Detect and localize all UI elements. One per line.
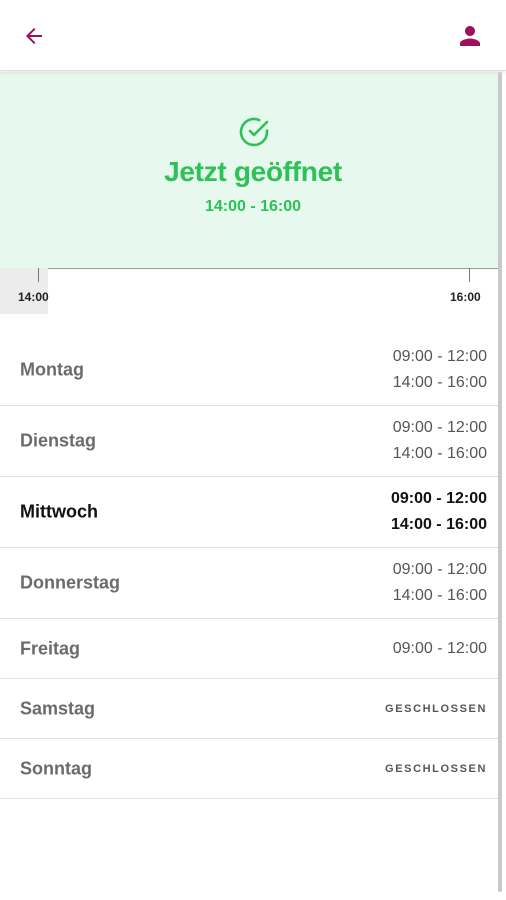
- hours-slot: 14:00 - 16:00: [392, 587, 487, 604]
- day-row-donnerstag: Donnerstag 09:00 - 12:00 14:00 - 16:00: [0, 548, 498, 619]
- day-name: Dienstag: [20, 430, 97, 451]
- closed-label: GESCHLOSSEN: [385, 702, 487, 715]
- open-status-title: Jetzt geöffnet: [164, 156, 342, 187]
- person-icon: [460, 26, 480, 46]
- day-row-freitag: Freitag 09:00 - 12:00: [0, 619, 498, 679]
- day-hours: 09:00 - 12:00 14:00 - 16:00: [391, 486, 487, 538]
- hours-slot: 09:00 - 12:00: [392, 348, 487, 365]
- open-status-banner: Jetzt geöffnet 14:00 - 16:00: [0, 72, 498, 269]
- hours-slot: 09:00 - 12:00: [390, 490, 487, 507]
- hours-slot: 14:00 - 16:00: [392, 374, 487, 391]
- timeline-end-label: 16:00: [450, 290, 481, 304]
- day-row-montag: Montag 09:00 - 12:00 14:00 - 16:00: [0, 335, 498, 406]
- day-row-dienstag: Dienstag 09:00 - 12:00 14:00 - 16:00: [0, 406, 498, 477]
- day-name: Sonntag: [20, 758, 92, 778]
- day-row-samstag: Samstag GESCHLOSSEN: [0, 679, 498, 739]
- opening-hours-screen: Jetzt geöffnet 14:00 - 16:00 14:00 16:00…: [0, 0, 506, 900]
- day-row-sonntag: Sonntag GESCHLOSSEN: [0, 739, 498, 799]
- hours-slot: 09:00 - 12:00: [392, 639, 487, 657]
- timeline-start-label: 14:00: [18, 290, 49, 304]
- day-hours: GESCHLOSSEN: [385, 696, 487, 722]
- hours-slot: 14:00 - 16:00: [392, 445, 487, 462]
- closed-label: GESCHLOSSEN: [385, 762, 487, 775]
- hours-slot: 14:00 - 16:00: [390, 516, 487, 533]
- day-name: Samstag: [20, 698, 96, 718]
- app-bar: [0, 0, 506, 71]
- back-button[interactable]: [16, 18, 52, 54]
- day-hours: 09:00 - 12:00 14:00 - 16:00: [393, 415, 487, 467]
- timeline-tick-end: [469, 268, 470, 282]
- day-hours: 09:00 - 12:00 14:00 - 16:00: [393, 557, 487, 609]
- weekly-hours-list: Montag 09:00 - 12:00 14:00 - 16:00 Diens…: [0, 335, 498, 799]
- day-row-mittwoch: Mittwoch 09:00 - 12:00 14:00 - 16:00: [0, 477, 498, 548]
- day-hours: GESCHLOSSEN: [385, 756, 487, 782]
- day-name: Freitag: [20, 638, 81, 658]
- open-status-time: 14:00 - 16:00: [204, 198, 302, 215]
- hours-slot: 09:00 - 12:00: [392, 561, 487, 578]
- arrow-left-icon: [26, 28, 42, 44]
- hours-slot: 09:00 - 12:00: [392, 419, 487, 436]
- day-name: Donnerstag: [20, 572, 121, 593]
- profile-button[interactable]: [452, 18, 488, 54]
- day-hours: 09:00 - 12:00 14:00 - 16:00: [393, 344, 487, 396]
- day-name: Mittwoch: [20, 501, 98, 522]
- check-circle-icon: [239, 117, 269, 147]
- timeline: 14:00 16:00: [0, 268, 498, 314]
- timeline-tick-start: [38, 268, 39, 282]
- day-name: Montag: [20, 359, 84, 380]
- scrollbar[interactable]: [498, 72, 502, 892]
- day-hours: 09:00 - 12:00: [393, 636, 487, 662]
